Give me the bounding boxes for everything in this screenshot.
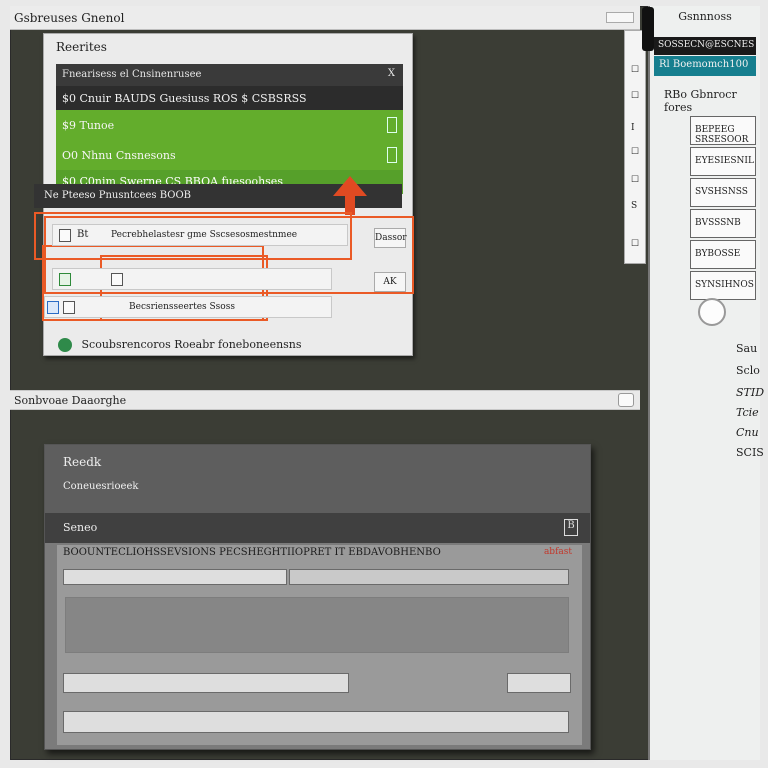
status-icon — [58, 338, 72, 352]
option-button[interactable]: Dassor — [374, 228, 407, 248]
progress-bar-right — [289, 569, 569, 585]
toggle-knob[interactable] — [618, 393, 634, 407]
arrow-up-icon — [333, 176, 367, 196]
body-tag: abfast — [543, 547, 572, 557]
tool-icon[interactable]: S — [631, 201, 637, 211]
tool-icon[interactable]: I — [631, 123, 635, 133]
document-icon[interactable]: B — [564, 519, 578, 536]
panel-selected-label: Rl Boemomch100 — [659, 59, 749, 70]
checkbox-icon[interactable] — [59, 229, 71, 242]
result-dialog: Reedk Coneuesrioeek Seneo B BOOUNTECLIOH… — [44, 444, 591, 750]
body-header: BOOUNTECLIOHSSEVSIONS PECSHEGHTIIOPRET I… — [63, 547, 441, 558]
tool-strip: ☐ ☐ I ☐ ☐ S ☐ — [624, 30, 646, 264]
secondary-titlebar: Sonbvoae Daaorghe — [10, 390, 640, 410]
option-button-label: Dassor — [375, 233, 407, 243]
table-cell[interactable]: SYNSIHNOS — [690, 271, 756, 300]
panel-subtitle: RBo Gbnrocr fores — [664, 88, 737, 114]
secondary-title: Sonbvoae Daaorghe — [14, 394, 127, 407]
option-button[interactable]: AK — [374, 272, 406, 292]
list-item[interactable]: $9 Tunoe — [56, 110, 403, 140]
panel-dark-row[interactable]: SOSSECN@ESCNES — [654, 37, 756, 55]
result-dialog-body: BOOUNTECLIOHSSEVSIONS PECSHEGHTIIOPRET I… — [57, 545, 582, 745]
input-field[interactable] — [63, 673, 349, 693]
result-dialog-title: Reedk — [63, 455, 102, 469]
window-control-button[interactable] — [606, 12, 634, 23]
panel-label: Sau — [736, 342, 758, 355]
tool-icon[interactable]: ☐ — [631, 239, 639, 249]
form-row[interactable]: Becsriensseertes Ssoss — [44, 296, 332, 318]
panel-table: BEPEEG SRSESOOR EYESIESNIL SVSHSNSS BVSS… — [690, 116, 756, 302]
band-label: Seneo — [63, 521, 98, 534]
checkbox-icon[interactable] — [63, 301, 75, 314]
form-row-prefix: Bt — [77, 229, 89, 240]
status-text: Scoubsrencoros Roeabr foneboneensns — [81, 338, 302, 351]
list-item[interactable]: $0 Cnuir BAUDS Guesiuss ROS $ CSBSRSS — [56, 86, 403, 110]
tool-icon[interactable]: ☐ — [631, 65, 639, 75]
table-cell-text: BEPEEG SRSESOOR — [695, 125, 749, 145]
checkbox-icon[interactable] — [111, 273, 123, 286]
app-icon — [59, 273, 71, 286]
panel-label: Tcie — [736, 406, 759, 419]
scroll-knob[interactable] — [698, 298, 726, 326]
table-cell-text: BYBOSSE — [695, 249, 741, 259]
result-dialog-band: Seneo B — [45, 513, 590, 543]
table-cell-text: SYNSIHNOS — [695, 280, 754, 290]
text-area[interactable] — [65, 597, 569, 653]
table-cell[interactable]: BEPEEG SRSESOOR — [690, 116, 756, 145]
footer-bar[interactable] — [63, 711, 569, 733]
form-row[interactable]: Bt Pecrebhelastesr gme Sscsesosmestnmee — [52, 224, 348, 246]
list-item-label: $9 Tunoe — [62, 119, 115, 132]
panel-dark-label: SOSSECN@ESCNES — [658, 40, 755, 50]
dialog-title: Reerites — [56, 40, 107, 54]
table-cell[interactable]: SVSHSNSS — [690, 178, 756, 207]
form-row[interactable] — [52, 268, 332, 290]
table-cell-text: SVSHSNSS — [695, 187, 748, 197]
window-titlebar: Gsbreuses Gnenol — [10, 6, 640, 30]
browser-icon — [47, 301, 59, 314]
table-cell-text: EYESIESNIL — [695, 156, 754, 166]
option-button-label: AK — [383, 277, 397, 287]
panel-label: STID — [736, 386, 765, 399]
section-label: Ne Pteeso Pnusntcees BOOB — [44, 190, 191, 201]
action-button[interactable] — [507, 673, 571, 693]
panel-caption: Gsnnnoss — [678, 10, 732, 23]
list-item[interactable]: O0 Nhnu Cnsnesons — [56, 140, 403, 170]
table-cell[interactable]: BYBOSSE — [690, 240, 756, 269]
table-cell[interactable]: EYESIESNIL — [690, 147, 756, 176]
list-item-label: $0 Cnuir BAUDS Guesiuss ROS $ CSBSRSS — [62, 92, 307, 105]
list-item-label: O0 Nhnu Cnsnesons — [62, 149, 176, 162]
list-header-label: Fnearisess el Cnsinenrusee — [62, 69, 202, 80]
close-icon[interactable]: X — [388, 68, 395, 79]
status-line: Scoubsrencoros Roeabr foneboneensns — [58, 338, 302, 352]
result-dialog-header: Reedk Coneuesrioeek — [45, 445, 590, 513]
row-icon — [387, 147, 397, 163]
panel-label: SCIS — [736, 446, 764, 459]
form-row-text: Becsriensseertes Ssoss — [129, 302, 235, 312]
form-row-text: Pecrebhelastesr gme Sscsesosmestnmee — [111, 230, 298, 240]
options-list: Fnearisess el Cnsinenrusee X $0 Cnuir BA… — [56, 64, 403, 194]
tool-icon[interactable]: ☐ — [631, 91, 639, 101]
table-cell[interactable]: BVSSSNB — [690, 209, 756, 238]
tool-icon[interactable]: ☐ — [631, 175, 639, 185]
window-title: Gsbreuses Gnenol — [14, 11, 125, 25]
panel-label: Cnu — [736, 426, 759, 439]
panel-selected-row[interactable]: Rl Boemomch100 — [654, 56, 756, 76]
right-panel: Gsnnnoss SOSSECN@ESCNES Rl Boemomch100 R… — [642, 6, 764, 760]
table-cell-text: BVSSSNB — [695, 218, 741, 228]
result-dialog-subtitle: Coneuesrioeek — [63, 481, 139, 492]
row-icon — [387, 117, 397, 133]
progress-bar-left — [63, 569, 287, 585]
list-header: Fnearisess el Cnsinenrusee X — [56, 64, 403, 86]
tool-icon[interactable]: ☐ — [631, 147, 639, 157]
panel-label: Sclo — [736, 364, 760, 377]
